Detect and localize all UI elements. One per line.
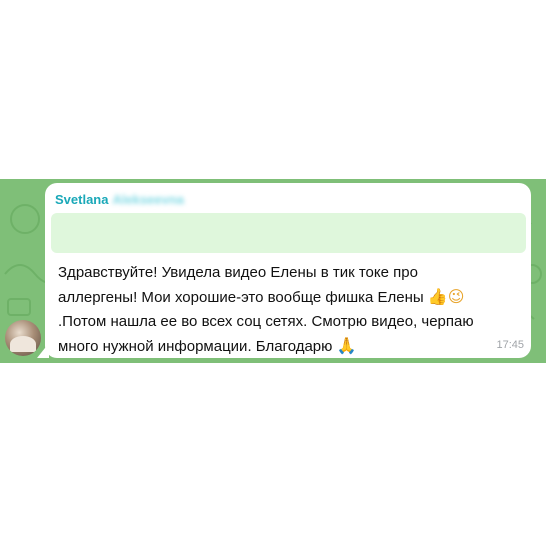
praying-hands-icon: 🙏 — [336, 336, 357, 355]
sender-first-name: Svetlana — [55, 192, 109, 207]
thumbs-up-icon: 👍 — [427, 287, 448, 306]
message-line-1: Здравствуйте! Увидела видео Елены в тик … — [58, 264, 418, 281]
avatar[interactable] — [5, 320, 41, 356]
message-line-4-text: много нужной информации. Благодарю — [58, 338, 333, 355]
wink-emoji-icon: 😉 — [447, 287, 465, 306]
message-bubble[interactable]: Svetlana Alekseevna Здравствуйте! Увидела… — [45, 183, 531, 358]
sender-last-name-blurred: Alekseevna — [112, 192, 185, 207]
message-timestamp: 17:45 — [496, 339, 524, 351]
reply-preview[interactable] — [51, 213, 526, 253]
message-text: Здравствуйте! Увидела видео Елены в тик … — [58, 261, 520, 359]
message-line-3: .Потом нашла ее во всех соц сетях. Смотр… — [58, 313, 474, 330]
message-line-4: много нужной информации. Благодарю 🙏 — [58, 334, 520, 359]
message-line-2: аллергены! Мои хорошие-это вообще фишка … — [58, 285, 520, 310]
sender-name[interactable]: Svetlana Alekseevna — [55, 192, 184, 207]
message-line-2-text: аллергены! Мои хорошие-это вообще фишка … — [58, 289, 424, 306]
